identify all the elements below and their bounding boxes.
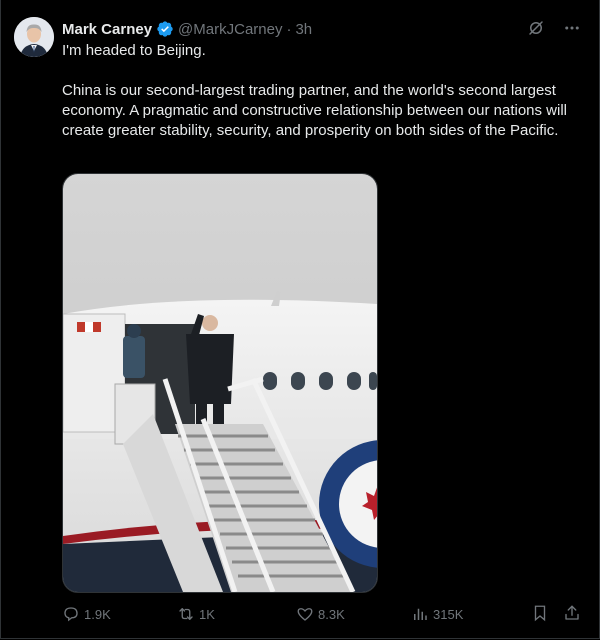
tweet-text: I'm headed to Beijing. China is our seco… — [62, 41, 582, 161]
tweet-line-1: I'm headed to Beijing. — [62, 42, 206, 59]
tweet-card[interactable]: Mark Carney @MarkJCarney · 3h I'm headed… — [0, 0, 600, 639]
heart-icon — [297, 608, 313, 621]
author-name[interactable]: Mark Carney — [62, 21, 152, 38]
top-actions — [527, 19, 581, 42]
share-icon[interactable] — [563, 604, 581, 625]
tweet-header: Mark Carney @MarkJCarney · 3h — [62, 19, 312, 39]
reply-button[interactable]: 1.9K — [62, 605, 177, 623]
reply-icon — [64, 607, 78, 622]
analytics-icon — [414, 608, 427, 620]
secondary-actions — [531, 604, 581, 625]
repost-button[interactable]: 1K — [177, 605, 296, 623]
avatar[interactable] — [14, 17, 54, 57]
views-button[interactable]: 315K — [411, 605, 531, 623]
tweet-photo[interactable] — [62, 173, 378, 593]
repost-count: 1K — [199, 606, 215, 622]
like-button[interactable]: 8.3K — [296, 605, 411, 623]
tweet-actions: 1.9K 1K 8.3K 315K — [62, 602, 581, 626]
grok-icon[interactable] — [527, 19, 545, 42]
tweet-paragraph-2: China is our second-largest trading part… — [62, 82, 567, 139]
reply-count: 1.9K — [84, 606, 111, 622]
bookmark-icon[interactable] — [531, 604, 549, 625]
views-count: 315K — [433, 606, 464, 622]
verified-badge-icon — [156, 20, 174, 38]
like-count: 8.3K — [318, 606, 345, 622]
separator-dot: · — [286, 20, 292, 38]
more-options-icon[interactable] — [563, 19, 581, 42]
timestamp[interactable]: 3h — [295, 21, 312, 38]
author-handle[interactable]: @MarkJCarney — [178, 21, 282, 38]
repost-icon — [179, 608, 193, 620]
